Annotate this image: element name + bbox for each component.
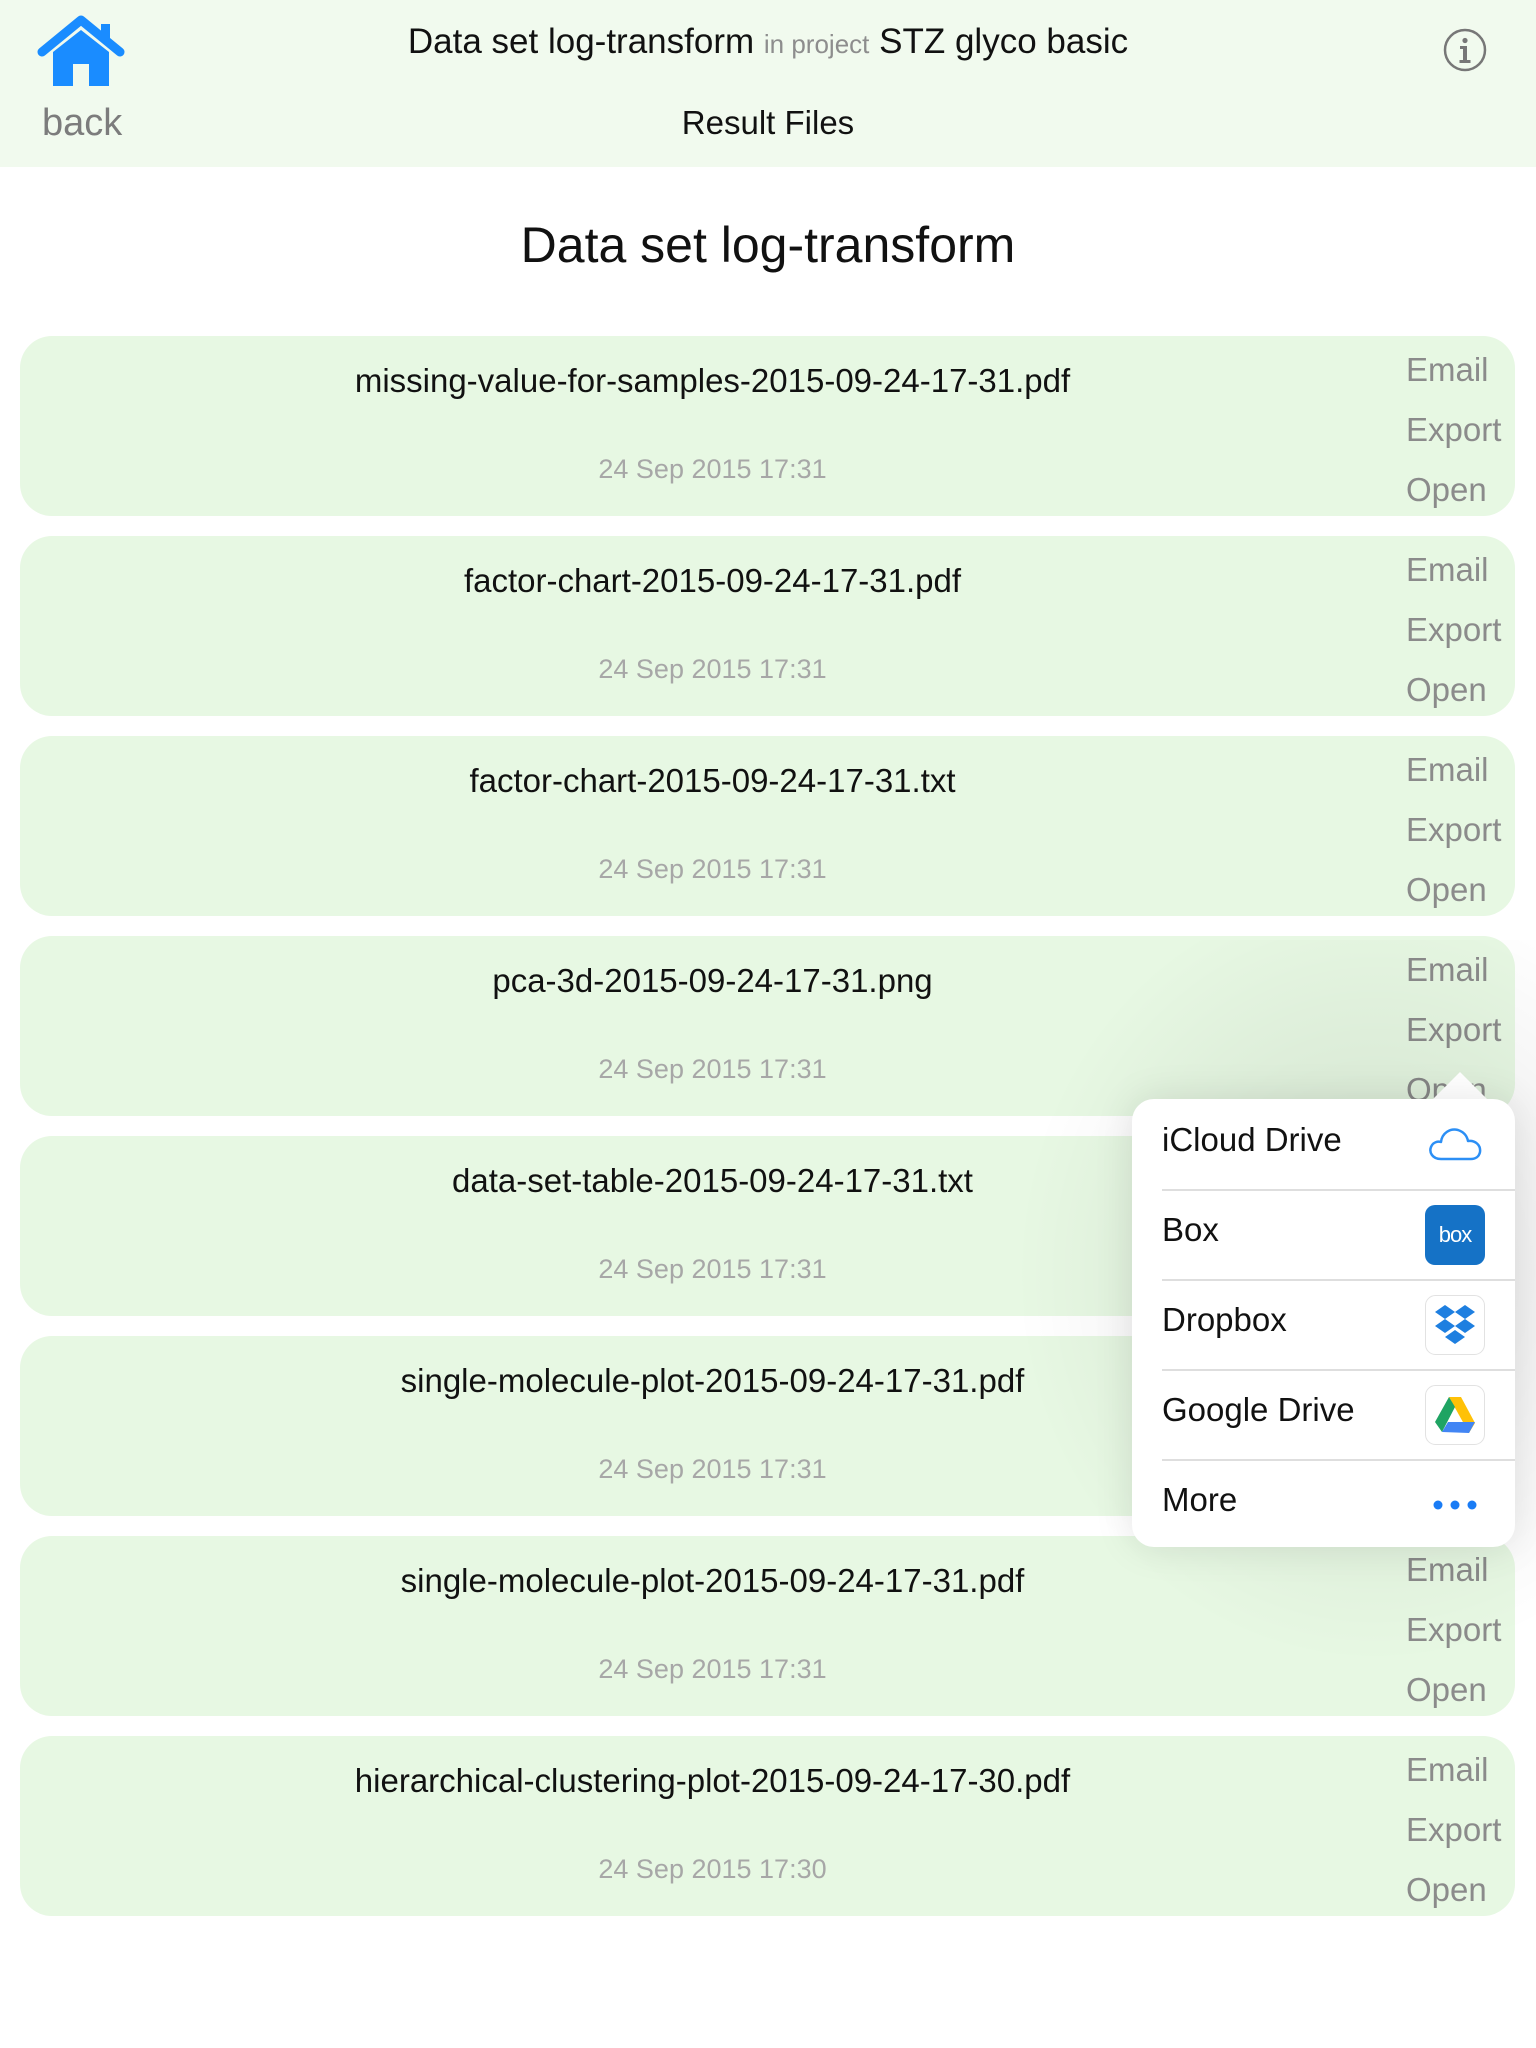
file-actions: Email Export Open <box>1406 346 1516 526</box>
open-button[interactable]: Open <box>1406 1866 1516 1926</box>
file-card: hierarchical-clustering-plot-2015-09-24-… <box>20 1736 1515 1916</box>
export-option-dropbox[interactable]: Dropbox <box>1162 1279 1515 1371</box>
file-date: 24 Sep 2015 17:30 <box>598 1854 827 1884</box>
more-icon <box>1425 1475 1485 1535</box>
open-button[interactable]: Open <box>1406 866 1516 926</box>
file-name: pca-3d-2015-09-24-17-31.png <box>492 962 933 999</box>
export-button[interactable]: Export <box>1406 806 1516 866</box>
file-date: 24 Sep 2015 17:31 <box>598 854 827 884</box>
file-actions: Email Export Open <box>1406 1746 1516 1926</box>
file-date: 24 Sep 2015 17:31 <box>598 654 827 684</box>
file-name: factor-chart-2015-09-24-17-31.pdf <box>463 562 962 599</box>
email-button[interactable]: Email <box>1406 1546 1516 1606</box>
project-name: STZ glyco basic <box>879 22 1129 61</box>
file-card: single-molecule-plot-2015-09-24-17-31.pd… <box>20 1536 1515 1716</box>
file-date: 24 Sep 2015 17:31 <box>598 454 827 484</box>
file-actions: Email Export Open <box>1406 546 1516 726</box>
export-option-label: Dropbox <box>1162 1301 1287 1338</box>
file-name: missing-value-for-samples-2015-09-24-17-… <box>354 362 1071 399</box>
file-card: missing-value-for-samples-2015-09-24-17-… <box>20 336 1515 516</box>
export-option-more[interactable]: More <box>1162 1459 1515 1549</box>
export-button[interactable]: Export <box>1406 1606 1516 1666</box>
file-name: hierarchical-clustering-plot-2015-09-24-… <box>354 1762 1071 1799</box>
icloud-icon <box>1425 1115 1485 1175</box>
export-option-google-drive[interactable]: Google Drive <box>1162 1369 1515 1461</box>
page-title: Data set log-transform <box>520 217 1016 273</box>
file-card: factor-chart-2015-09-24-17-31.txt 24 Sep… <box>20 736 1515 916</box>
open-button[interactable]: Open <box>1406 1666 1516 1726</box>
export-option-label: Google Drive <box>1162 1391 1355 1428</box>
dropbox-icon <box>1425 1295 1485 1355</box>
file-actions: Email Export Open <box>1406 1546 1516 1726</box>
export-option-box[interactable]: Box box <box>1162 1189 1515 1281</box>
export-button[interactable]: Export <box>1406 1006 1516 1066</box>
file-name: single-molecule-plot-2015-09-24-17-31.pd… <box>400 1562 1025 1599</box>
box-icon-text: box <box>1439 1222 1472 1247</box>
dataset-name: Data set log-transform <box>407 22 755 61</box>
export-popover: iCloud Drive Box box Dropbox Google Driv… <box>1132 1099 1515 1547</box>
top-bar: back Data set log-transform in project S… <box>0 0 1536 167</box>
open-button[interactable]: Open <box>1406 466 1516 526</box>
google-drive-icon <box>1425 1385 1485 1445</box>
export-option-label: Box <box>1162 1211 1219 1248</box>
file-date: 24 Sep 2015 17:31 <box>598 1054 827 1084</box>
email-button[interactable]: Email <box>1406 946 1516 1006</box>
open-button[interactable]: Open <box>1406 666 1516 726</box>
file-card: factor-chart-2015-09-24-17-31.pdf 24 Sep… <box>20 536 1515 716</box>
file-actions: Email Export Open <box>1406 746 1516 926</box>
box-icon: box <box>1425 1205 1485 1265</box>
export-button[interactable]: Export <box>1406 1806 1516 1866</box>
export-option-label: iCloud Drive <box>1162 1121 1342 1158</box>
export-option-icloud-drive[interactable]: iCloud Drive <box>1162 1099 1515 1191</box>
email-button[interactable]: Email <box>1406 1746 1516 1806</box>
file-card: pca-3d-2015-09-24-17-31.png 24 Sep 2015 … <box>20 936 1515 1116</box>
info-icon[interactable] <box>1443 28 1487 72</box>
export-button[interactable]: Export <box>1406 606 1516 666</box>
header-subtitle: Result Files <box>681 104 855 141</box>
file-date: 24 Sep 2015 17:31 <box>598 1654 827 1684</box>
export-button[interactable]: Export <box>1406 406 1516 466</box>
email-button[interactable]: Email <box>1406 546 1516 606</box>
popover-arrow <box>1432 1072 1488 1100</box>
file-name: factor-chart-2015-09-24-17-31.txt <box>469 762 956 799</box>
in-project-label: in project <box>763 29 870 59</box>
email-button[interactable]: Email <box>1406 746 1516 806</box>
email-button[interactable]: Email <box>1406 346 1516 406</box>
header-title: Data set log-transform in project STZ gl… <box>0 22 1536 62</box>
export-option-label: More <box>1162 1481 1238 1518</box>
